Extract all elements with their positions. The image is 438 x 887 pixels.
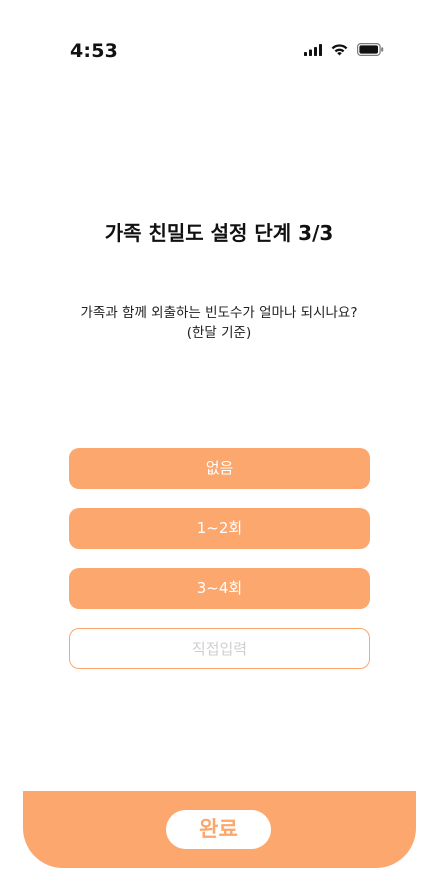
- question-subline: (한달 기준): [186, 325, 252, 341]
- page-title: 가족 친밀도 설정 단계 3/3: [104, 221, 334, 245]
- option-list: 없음 1~2회 3~4회: [69, 448, 370, 669]
- option-button-3-4[interactable]: 3~4회: [69, 568, 370, 609]
- wifi-icon: [330, 41, 349, 60]
- question-text: 가족과 함께 외출하는 빈도수가 얼마나 되시나요? (한달 기준): [0, 303, 438, 343]
- question-line: 가족과 함께 외출하는 빈도수가 얼마나 되시나요?: [80, 305, 358, 321]
- option-button-none[interactable]: 없음: [69, 448, 370, 489]
- footer-bar: 완료: [23, 791, 416, 868]
- option-button-1-2[interactable]: 1~2회: [69, 508, 370, 549]
- battery-icon: [357, 41, 384, 60]
- status-bar: 4:53: [0, 0, 438, 90]
- status-icons: [304, 41, 384, 60]
- status-time: 4:53: [70, 40, 119, 62]
- cellular-signal-icon: [304, 41, 322, 60]
- direct-input-field[interactable]: [69, 628, 370, 669]
- done-button[interactable]: 완료: [166, 810, 271, 849]
